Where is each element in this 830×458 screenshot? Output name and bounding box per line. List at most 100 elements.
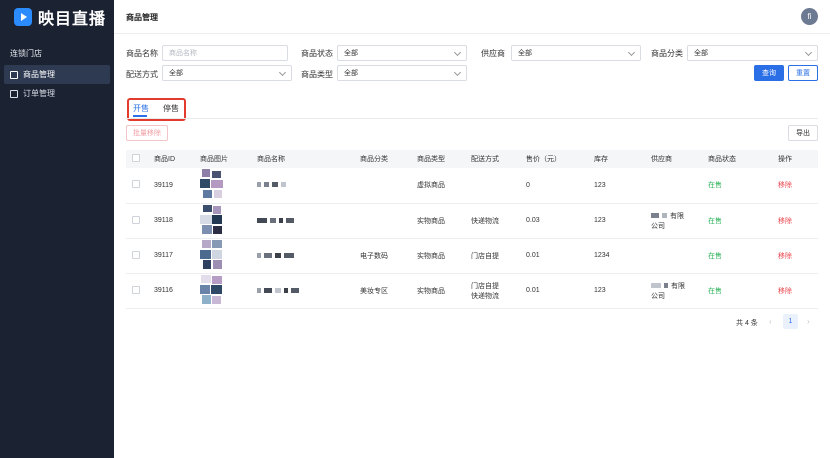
- column-header: 配送方式: [465, 150, 520, 168]
- product-category: [354, 203, 411, 239]
- product-id: 39117: [148, 238, 194, 274]
- product-image: [200, 239, 226, 270]
- play-logo-icon: [14, 8, 32, 26]
- remove-link[interactable]: 移除: [772, 203, 818, 239]
- sidebar-item-label: 订单管理: [23, 89, 55, 98]
- type-select[interactable]: 全部: [337, 65, 467, 81]
- name-label: 商品名称: [126, 49, 158, 58]
- product-id: 39118: [148, 203, 194, 239]
- delivery-method: 快递物流: [465, 203, 520, 239]
- delivery-option: 门店自提: [471, 282, 499, 290]
- product-type: 实物商品: [411, 273, 465, 309]
- column-header: 售价（元）: [520, 150, 588, 168]
- supplier-select[interactable]: 全部: [511, 45, 641, 61]
- chevron-down-icon: [453, 48, 462, 57]
- product-type: 实物商品: [411, 238, 465, 274]
- supplier-label: 供应商: [481, 49, 505, 58]
- column-header: 商品图片: [194, 150, 251, 168]
- brand-name: 映目直播: [38, 11, 107, 28]
- delivery-method: [465, 168, 520, 204]
- price: 0: [520, 168, 588, 204]
- avatar[interactable]: fi: [801, 8, 818, 25]
- supplier: [645, 168, 702, 204]
- type-label: 商品类型: [301, 70, 333, 79]
- supplier: [645, 238, 702, 274]
- query-button[interactable]: 查询: [754, 65, 784, 81]
- export-button[interactable]: 导出: [788, 125, 818, 141]
- remove-link[interactable]: 移除: [772, 273, 818, 309]
- page-title: 商品管理: [126, 13, 158, 22]
- shopping-bag-icon: [10, 70, 18, 79]
- category-label: 商品分类: [651, 49, 683, 58]
- supplier-suffix: 有限: [671, 282, 685, 290]
- chevron-down-icon: [627, 48, 636, 57]
- delivery-select[interactable]: 全部: [162, 65, 292, 81]
- status-badge: 在售: [702, 238, 772, 274]
- pagination-page-1[interactable]: 1: [783, 314, 798, 329]
- sidebar-item-label: 商品管理: [23, 70, 55, 79]
- delivery-method: 门店自提: [465, 238, 520, 274]
- supplier: 有限 公司: [645, 273, 702, 309]
- main-content: 商品名称 商品名称 商品状态 全部 供应商 全部 商品分类 全部 配送方式 全部…: [114, 34, 830, 458]
- product-type: 虚拟商品: [411, 168, 465, 204]
- column-header: 商品类型: [411, 150, 465, 168]
- category-select[interactable]: 全部: [687, 45, 818, 61]
- tab-on-sale[interactable]: 开售: [133, 103, 149, 114]
- column-header: 操作: [772, 150, 818, 168]
- prev-page-icon[interactable]: ‹: [769, 317, 772, 326]
- remove-link[interactable]: 移除: [772, 168, 818, 204]
- sidebar-item-orders[interactable]: 订单管理: [4, 84, 110, 103]
- table-row: 39119 虚拟商品 0 123 在售 移除: [126, 168, 818, 204]
- column-header: 商品名称: [251, 150, 354, 168]
- category-select-value: 全部: [694, 50, 708, 57]
- product-table: 商品ID 商品图片 商品名称 商品分类 商品类型 配送方式 售价（元） 库存 供…: [126, 150, 818, 309]
- column-header: 商品状态: [702, 150, 772, 168]
- product-name-blurred: [251, 168, 354, 204]
- tab-off-sale[interactable]: 停售: [163, 103, 179, 114]
- product-type: 实物商品: [411, 203, 465, 239]
- row-checkbox[interactable]: [132, 180, 140, 189]
- table-row: 39118 实物商品 快递物流 0.03 123 有限 公司 在售 移除: [126, 203, 818, 239]
- order-document-icon: [10, 89, 18, 98]
- product-name-blurred: [251, 273, 354, 309]
- status-label: 商品状态: [301, 49, 333, 58]
- product-id: 39119: [148, 168, 194, 204]
- stock: 123: [588, 203, 645, 239]
- product-category: 美妆专区: [354, 273, 411, 309]
- status-badge: 在售: [702, 273, 772, 309]
- supplier-line2: 公司: [651, 292, 665, 300]
- batch-remove-button[interactable]: 批量移除: [126, 125, 168, 141]
- select-all-checkbox[interactable]: [132, 154, 140, 162]
- delivery-label: 配送方式: [126, 70, 158, 79]
- status-select[interactable]: 全部: [337, 45, 467, 61]
- sidebar-item-products[interactable]: 商品管理: [4, 65, 110, 84]
- column-header: 库存: [588, 150, 645, 168]
- table-row: 39117 电子数码 实物商品 门店自提 0.01 1234 在售 移除: [126, 238, 818, 274]
- column-header: 供应商: [645, 150, 702, 168]
- product-image: [200, 169, 226, 199]
- status-badge: 在售: [702, 203, 772, 239]
- status-badge: 在售: [702, 168, 772, 204]
- product-name-input[interactable]: 商品名称: [162, 45, 288, 61]
- row-checkbox[interactable]: [132, 250, 140, 259]
- product-category: [354, 168, 411, 204]
- row-checkbox[interactable]: [132, 285, 140, 294]
- column-header: 商品ID: [148, 150, 194, 168]
- chevron-down-icon: [453, 68, 462, 77]
- sidebar-group-title: 连锁门店: [10, 49, 42, 58]
- brand-logo[interactable]: 映目直播: [0, 0, 114, 34]
- price: 0.03: [520, 203, 588, 239]
- delivery-option: 快递物流: [471, 292, 499, 300]
- supplier-select-value: 全部: [518, 50, 532, 57]
- remove-link[interactable]: 移除: [772, 238, 818, 274]
- reset-button[interactable]: 重置: [788, 65, 818, 81]
- header-bar: 商品管理 fi: [114, 0, 830, 34]
- type-select-value: 全部: [344, 70, 358, 77]
- status-select-value: 全部: [344, 50, 358, 57]
- sidebar: 映目直播 连锁门店 商品管理 订单管理: [0, 0, 114, 458]
- next-page-icon[interactable]: ›: [807, 317, 810, 326]
- row-checkbox[interactable]: [132, 215, 140, 224]
- product-name-blurred: [251, 203, 354, 239]
- price: 0.01: [520, 238, 588, 274]
- chevron-down-icon: [804, 48, 813, 57]
